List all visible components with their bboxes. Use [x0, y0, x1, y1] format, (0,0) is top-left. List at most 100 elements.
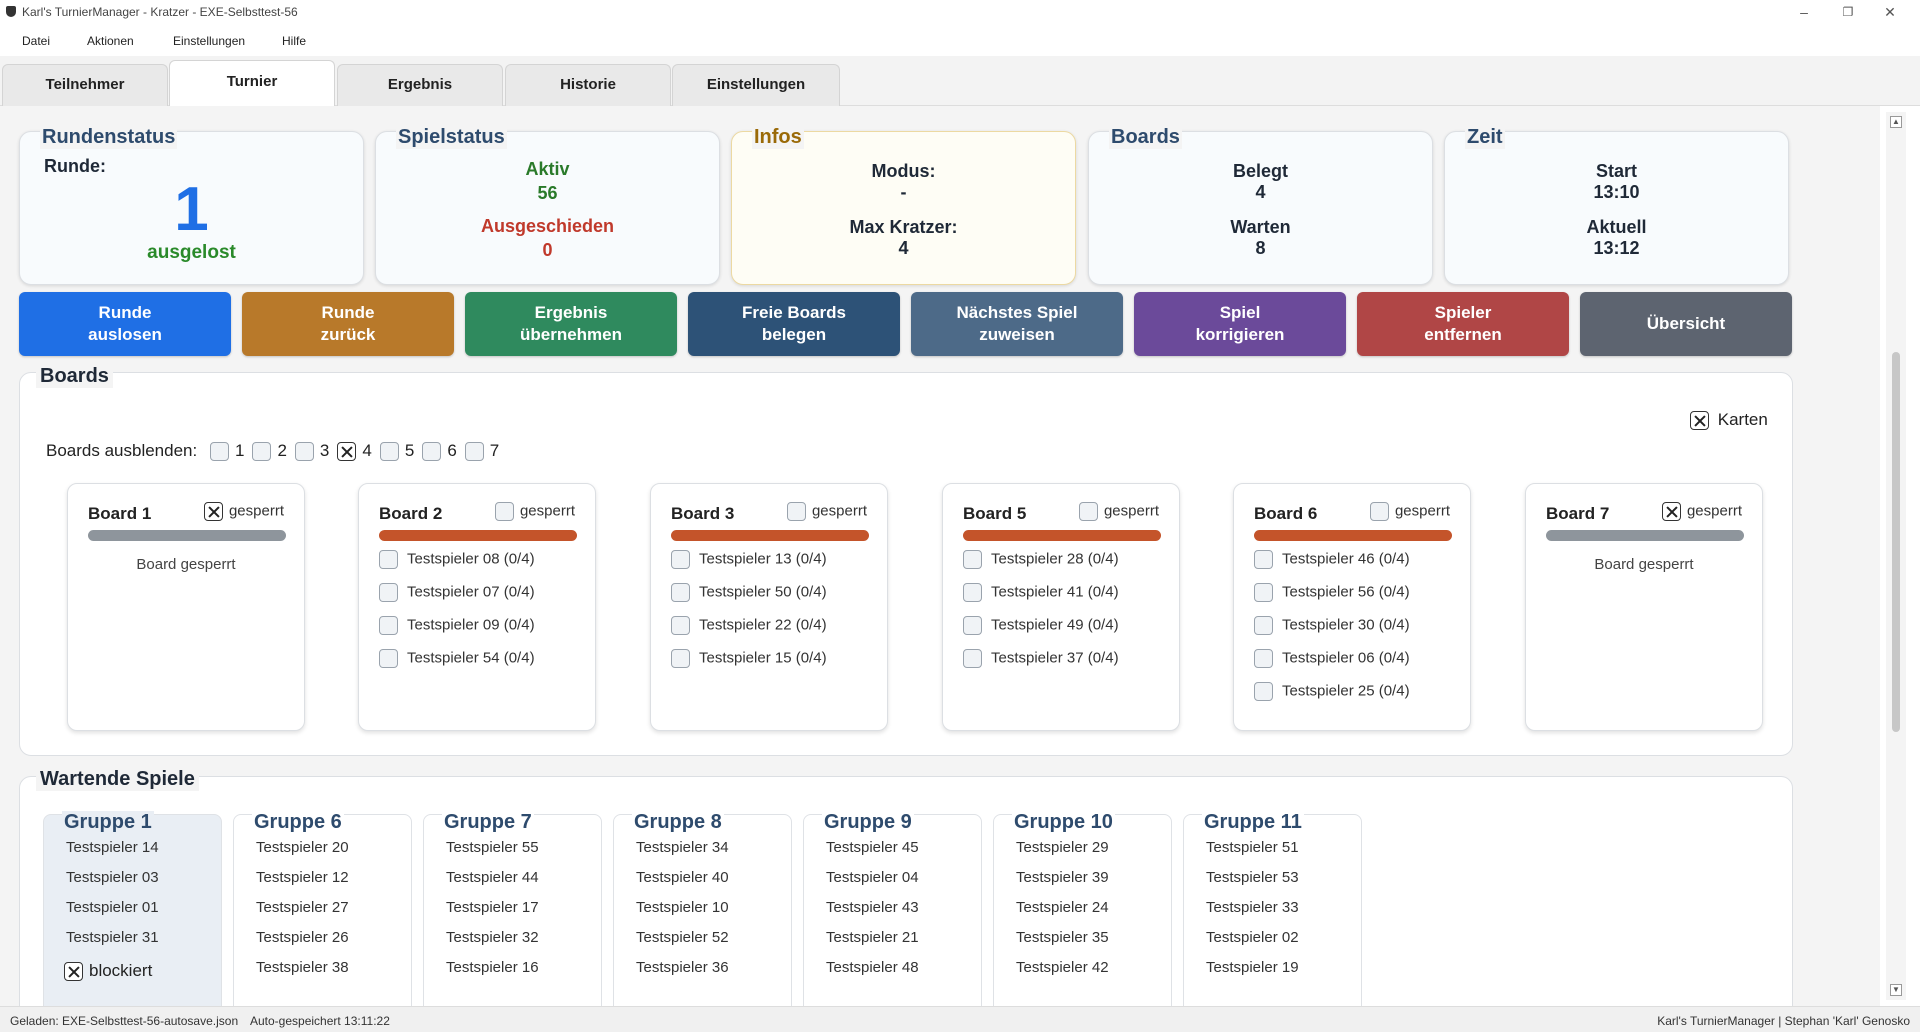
board-player[interactable]: Testspieler 06 (0/4): [1254, 649, 1410, 668]
player-checkbox[interactable]: [671, 550, 690, 569]
ergebnis-uebernehmen-button[interactable]: Ergebnis übernehmen: [465, 292, 677, 356]
player-checkbox[interactable]: [963, 649, 982, 668]
cards-toggle[interactable]: Karten: [1690, 410, 1768, 431]
scroll-down-icon[interactable]: ▼: [1890, 984, 1902, 996]
restore-icon[interactable]: ❐: [1828, 2, 1868, 22]
player-checkbox[interactable]: [671, 583, 690, 602]
menu-datei[interactable]: Datei: [22, 34, 50, 48]
player-checkbox[interactable]: [1254, 616, 1273, 635]
board-player[interactable]: Testspieler 28 (0/4): [963, 550, 1119, 569]
hide-board-option[interactable]: 1: [209, 441, 244, 462]
hide-board-checkbox[interactable]: [379, 442, 399, 462]
board-player[interactable]: Testspieler 54 (0/4): [379, 649, 535, 668]
scroll-thumb[interactable]: [1892, 352, 1900, 732]
hide-board-option[interactable]: 4: [337, 441, 372, 462]
minimize-icon[interactable]: –: [1784, 2, 1824, 22]
hide-board-checkbox[interactable]: [337, 442, 357, 462]
board-player[interactable]: Testspieler 37 (0/4): [963, 649, 1119, 668]
player-checkbox[interactable]: [671, 649, 690, 668]
player-checkbox[interactable]: [1254, 649, 1273, 668]
hide-board-checkbox[interactable]: [294, 442, 314, 462]
freie-boards-belegen-button[interactable]: Freie Boards belegen: [688, 292, 900, 356]
lock-checkbox[interactable]: [203, 502, 223, 521]
board-player[interactable]: Testspieler 25 (0/4): [1254, 682, 1410, 701]
board-player[interactable]: Testspieler 49 (0/4): [963, 616, 1119, 635]
player-checkbox[interactable]: [379, 550, 398, 569]
lock-checkbox[interactable]: [786, 502, 806, 521]
player-checkbox[interactable]: [1254, 583, 1273, 602]
menu-hilfe[interactable]: Hilfe: [282, 34, 306, 48]
group-player: Testspieler 20: [256, 839, 349, 856]
player-checkbox[interactable]: [379, 649, 398, 668]
hide-board-option[interactable]: 6: [422, 441, 457, 462]
lock-toggle[interactable]: gesperrt: [786, 502, 867, 521]
uebersicht-button[interactable]: Übersicht: [1580, 292, 1792, 356]
hide-board-option[interactable]: 3: [294, 441, 330, 462]
board-player[interactable]: Testspieler 08 (0/4): [379, 550, 535, 569]
card-title: Boards: [1109, 126, 1182, 149]
close-icon[interactable]: ✕: [1870, 2, 1910, 22]
board-player[interactable]: Testspieler 15 (0/4): [671, 649, 827, 668]
lock-checkbox[interactable]: [1661, 502, 1681, 521]
board-player[interactable]: Testspieler 09 (0/4): [379, 616, 535, 635]
player-checkbox[interactable]: [379, 583, 398, 602]
now-value: 13:12: [1593, 238, 1640, 258]
menu-aktionen[interactable]: Aktionen: [87, 34, 134, 48]
vertical-scrollbar[interactable]: ▲ ▼: [1886, 112, 1906, 1000]
player-checkbox[interactable]: [1254, 550, 1273, 569]
board-player[interactable]: Testspieler 41 (0/4): [963, 583, 1119, 602]
boards-used-value: 4: [1255, 182, 1266, 202]
menu-einstellungen[interactable]: Einstellungen: [173, 34, 245, 48]
hide-board-checkbox[interactable]: [422, 442, 442, 462]
player-checkbox[interactable]: [963, 550, 982, 569]
hide-board-checkbox[interactable]: [209, 442, 229, 462]
lock-checkbox[interactable]: [1369, 502, 1389, 521]
hide-board-option[interactable]: 5: [379, 441, 414, 462]
board-player[interactable]: Testspieler 50 (0/4): [671, 583, 827, 602]
runde-zurueck-button[interactable]: Runde zurück: [242, 292, 454, 356]
board-name: Board 2: [379, 504, 443, 523]
hide-board-checkbox[interactable]: [464, 442, 484, 462]
tab-historie[interactable]: Historie: [505, 64, 671, 106]
hide-board-option[interactable]: 7: [464, 441, 499, 462]
player-checkbox[interactable]: [1254, 682, 1273, 701]
tab-einstellungen[interactable]: Einstellungen: [672, 64, 840, 106]
title-bar: Karl's TurnierManager - Kratzer - EXE-Se…: [0, 0, 1920, 24]
group-player: Testspieler 10: [636, 899, 729, 916]
board-player[interactable]: Testspieler 22 (0/4): [671, 616, 827, 635]
blocked-checkbox[interactable]: [64, 962, 83, 982]
spiel-korrigieren-button[interactable]: Spiel korrigieren: [1134, 292, 1346, 356]
lock-toggle[interactable]: gesperrt: [1661, 502, 1742, 521]
player-checkbox[interactable]: [671, 616, 690, 635]
tab-turnier[interactable]: Turnier: [169, 60, 335, 107]
player-checkbox[interactable]: [379, 616, 398, 635]
cards-checkbox[interactable]: [1690, 411, 1709, 431]
board-player[interactable]: Testspieler 46 (0/4): [1254, 550, 1410, 569]
spieler-entfernen-button[interactable]: Spieler entfernen: [1357, 292, 1569, 356]
lock-toggle[interactable]: gesperrt: [494, 502, 575, 521]
group-player: Testspieler 01: [66, 899, 159, 916]
board-player[interactable]: Testspieler 56 (0/4): [1254, 583, 1410, 602]
blocked-toggle[interactable]: blockiert: [64, 961, 152, 982]
lock-checkbox[interactable]: [494, 502, 514, 521]
player-checkbox[interactable]: [963, 583, 982, 602]
player-name: Testspieler 30 (0/4): [1282, 616, 1410, 634]
lock-toggle[interactable]: gesperrt: [1078, 502, 1159, 521]
boards-wait-value: 8: [1255, 238, 1266, 258]
board-name: Board 5: [963, 504, 1027, 523]
hide-board-number: 3: [319, 441, 330, 460]
board-player[interactable]: Testspieler 30 (0/4): [1254, 616, 1410, 635]
lock-toggle[interactable]: gesperrt: [1369, 502, 1450, 521]
player-checkbox[interactable]: [963, 616, 982, 635]
tab-teilnehmer[interactable]: Teilnehmer: [2, 64, 168, 106]
lock-checkbox[interactable]: [1078, 502, 1098, 521]
board-player[interactable]: Testspieler 07 (0/4): [379, 583, 535, 602]
tab-ergebnis[interactable]: Ergebnis: [337, 64, 503, 106]
scroll-up-icon[interactable]: ▲: [1890, 116, 1902, 128]
board-player[interactable]: Testspieler 13 (0/4): [671, 550, 827, 569]
hide-board-checkbox[interactable]: [252, 442, 272, 462]
lock-toggle[interactable]: gesperrt: [203, 502, 284, 521]
naechstes-spiel-zuweisen-button[interactable]: Nächstes Spiel zuweisen: [911, 292, 1123, 356]
hide-board-option[interactable]: 2: [252, 441, 287, 462]
runde-auslosen-button[interactable]: Runde auslosen: [19, 292, 231, 356]
